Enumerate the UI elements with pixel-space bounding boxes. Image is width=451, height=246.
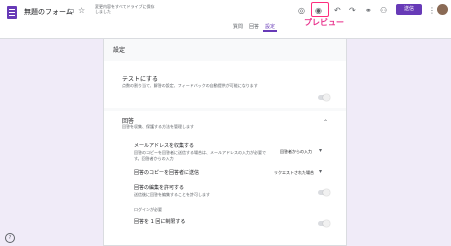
avatar[interactable] bbox=[437, 4, 448, 15]
star-icon[interactable]: ☆ bbox=[78, 6, 85, 16]
palette-icon[interactable]: ◎ bbox=[298, 6, 305, 16]
quiz-card: テストにする 点数の割り当て、解答の設定、フィードバックの自動提供が可能になりま… bbox=[104, 61, 346, 108]
preview-annotation: プレビュー bbox=[304, 18, 344, 27]
eye-icon[interactable]: ◉ bbox=[315, 6, 322, 16]
send-copy-label: 回答のコピーを回答者に送信 bbox=[134, 170, 200, 176]
collect-email-select[interactable]: 回答者からの入力 bbox=[280, 149, 312, 155]
tab-questions[interactable]: 質問 bbox=[233, 23, 243, 30]
send-button[interactable]: 送信 bbox=[396, 4, 422, 15]
folder-icon[interactable]: ▭ bbox=[67, 6, 75, 16]
forms-logo-icon bbox=[7, 6, 17, 19]
responses-desc: 回答を収集、保護する方法を管理します bbox=[122, 124, 194, 129]
allow-edit-label: 回答の編集を許可する bbox=[134, 185, 185, 191]
responses-card: 回答 回答を収集、保護する方法を管理します ⌃ メールアドレスを収集する 回答の… bbox=[104, 111, 346, 245]
login-required-label: ログインが必要 bbox=[134, 207, 162, 212]
save-status: 変更内容をすべてドライブに保存しました bbox=[95, 4, 155, 14]
quiz-label: テストにする bbox=[122, 76, 159, 83]
allow-edit-toggle[interactable] bbox=[318, 189, 330, 196]
redo-icon[interactable]: ↷ bbox=[349, 6, 356, 16]
quiz-toggle[interactable] bbox=[318, 94, 330, 101]
tab-settings[interactable]: 設定 bbox=[265, 23, 275, 30]
send-copy-select[interactable]: リクエストされた場合 bbox=[274, 170, 314, 176]
settings-title: 設定 bbox=[113, 47, 126, 54]
undo-icon[interactable]: ↶ bbox=[334, 6, 341, 16]
limit-response-toggle[interactable] bbox=[318, 220, 330, 227]
active-tab-indicator bbox=[263, 30, 277, 32]
more-people-icon[interactable]: ⚇ bbox=[380, 6, 387, 16]
chevron-up-icon[interactable]: ⌃ bbox=[323, 119, 328, 126]
chevron-down-icon[interactable]: ▾ bbox=[319, 168, 322, 175]
limit-response-label: 回答を 1 回に制限する bbox=[134, 219, 186, 225]
help-icon[interactable]: ? bbox=[5, 233, 15, 243]
settings-panel: 設定 テストにする 点数の割り当て、解答の設定、フィードバックの自動提供が可能に… bbox=[103, 38, 347, 246]
more-icon[interactable]: ⋮ bbox=[428, 6, 436, 16]
collect-email-desc: 回答のコピーを回答者に送信する場合は、メールアドレスの入力が必要です。回答者から… bbox=[134, 150, 266, 161]
top-bar: 無題のフォーム ▭ ☆ 変更内容をすべてドライブに保存しました ◎ ◉ ↶ ↷ … bbox=[0, 0, 451, 39]
chevron-down-icon[interactable]: ▾ bbox=[319, 147, 322, 154]
form-title[interactable]: 無題のフォーム bbox=[24, 7, 73, 17]
collect-email-label: メールアドレスを収集する bbox=[134, 143, 195, 149]
link-icon[interactable]: ⚭ bbox=[365, 6, 372, 16]
quiz-desc: 点数の割り当て、解答の設定、フィードバックの自動提供が可能になります bbox=[122, 83, 258, 88]
allow-edit-desc: 送信後に回答を編集することを許可します bbox=[134, 192, 210, 197]
tab-responses[interactable]: 回答 bbox=[249, 23, 259, 30]
